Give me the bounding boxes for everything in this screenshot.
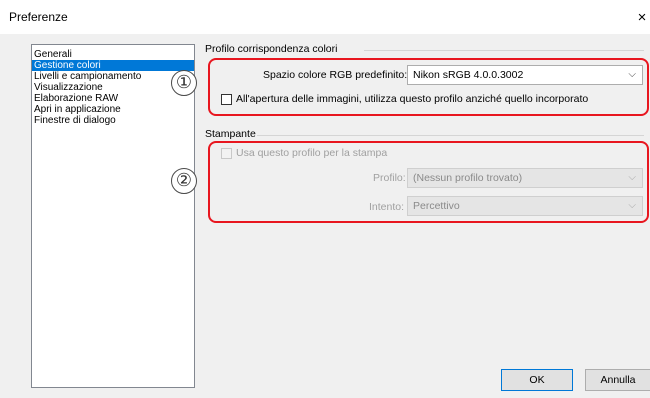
sidebar-item-generali[interactable]: Generali — [32, 49, 194, 60]
highlight-box-1 — [208, 58, 649, 116]
category-list[interactable]: Generali Gestione colori Livelli e campi… — [31, 44, 195, 388]
marker-1: ① — [171, 70, 197, 96]
sidebar-item-apri-in-applicazione[interactable]: Apri in applicazione — [32, 104, 194, 115]
title-bar: Preferenze × — [0, 0, 650, 34]
cancel-button[interactable]: Annulla — [585, 369, 650, 391]
ok-button[interactable]: OK — [501, 369, 573, 391]
sidebar-item-gestione-colori[interactable]: Gestione colori — [32, 60, 194, 71]
sidebar-item-finestre-di-dialogo[interactable]: Finestre di dialogo — [32, 115, 194, 126]
sidebar-item-elaborazione-raw[interactable]: Elaborazione RAW — [32, 93, 194, 104]
group-divider — [257, 135, 644, 136]
printer-group-title: Stampante — [205, 128, 256, 140]
window-title: Preferenze — [9, 10, 68, 24]
marker-2: ② — [171, 168, 197, 194]
sidebar-item-visualizzazione[interactable]: Visualizzazione — [32, 82, 194, 93]
highlight-box-2 — [208, 141, 649, 223]
sidebar-item-livelli[interactable]: Livelli e campionamento — [32, 71, 194, 82]
preferences-dialog: Preferenze × Generali Gestione colori Li… — [0, 0, 650, 398]
close-icon[interactable]: × — [634, 0, 650, 34]
color-profile-group-title: Profilo corrispondenza colori — [205, 43, 338, 55]
group-divider — [364, 50, 644, 51]
